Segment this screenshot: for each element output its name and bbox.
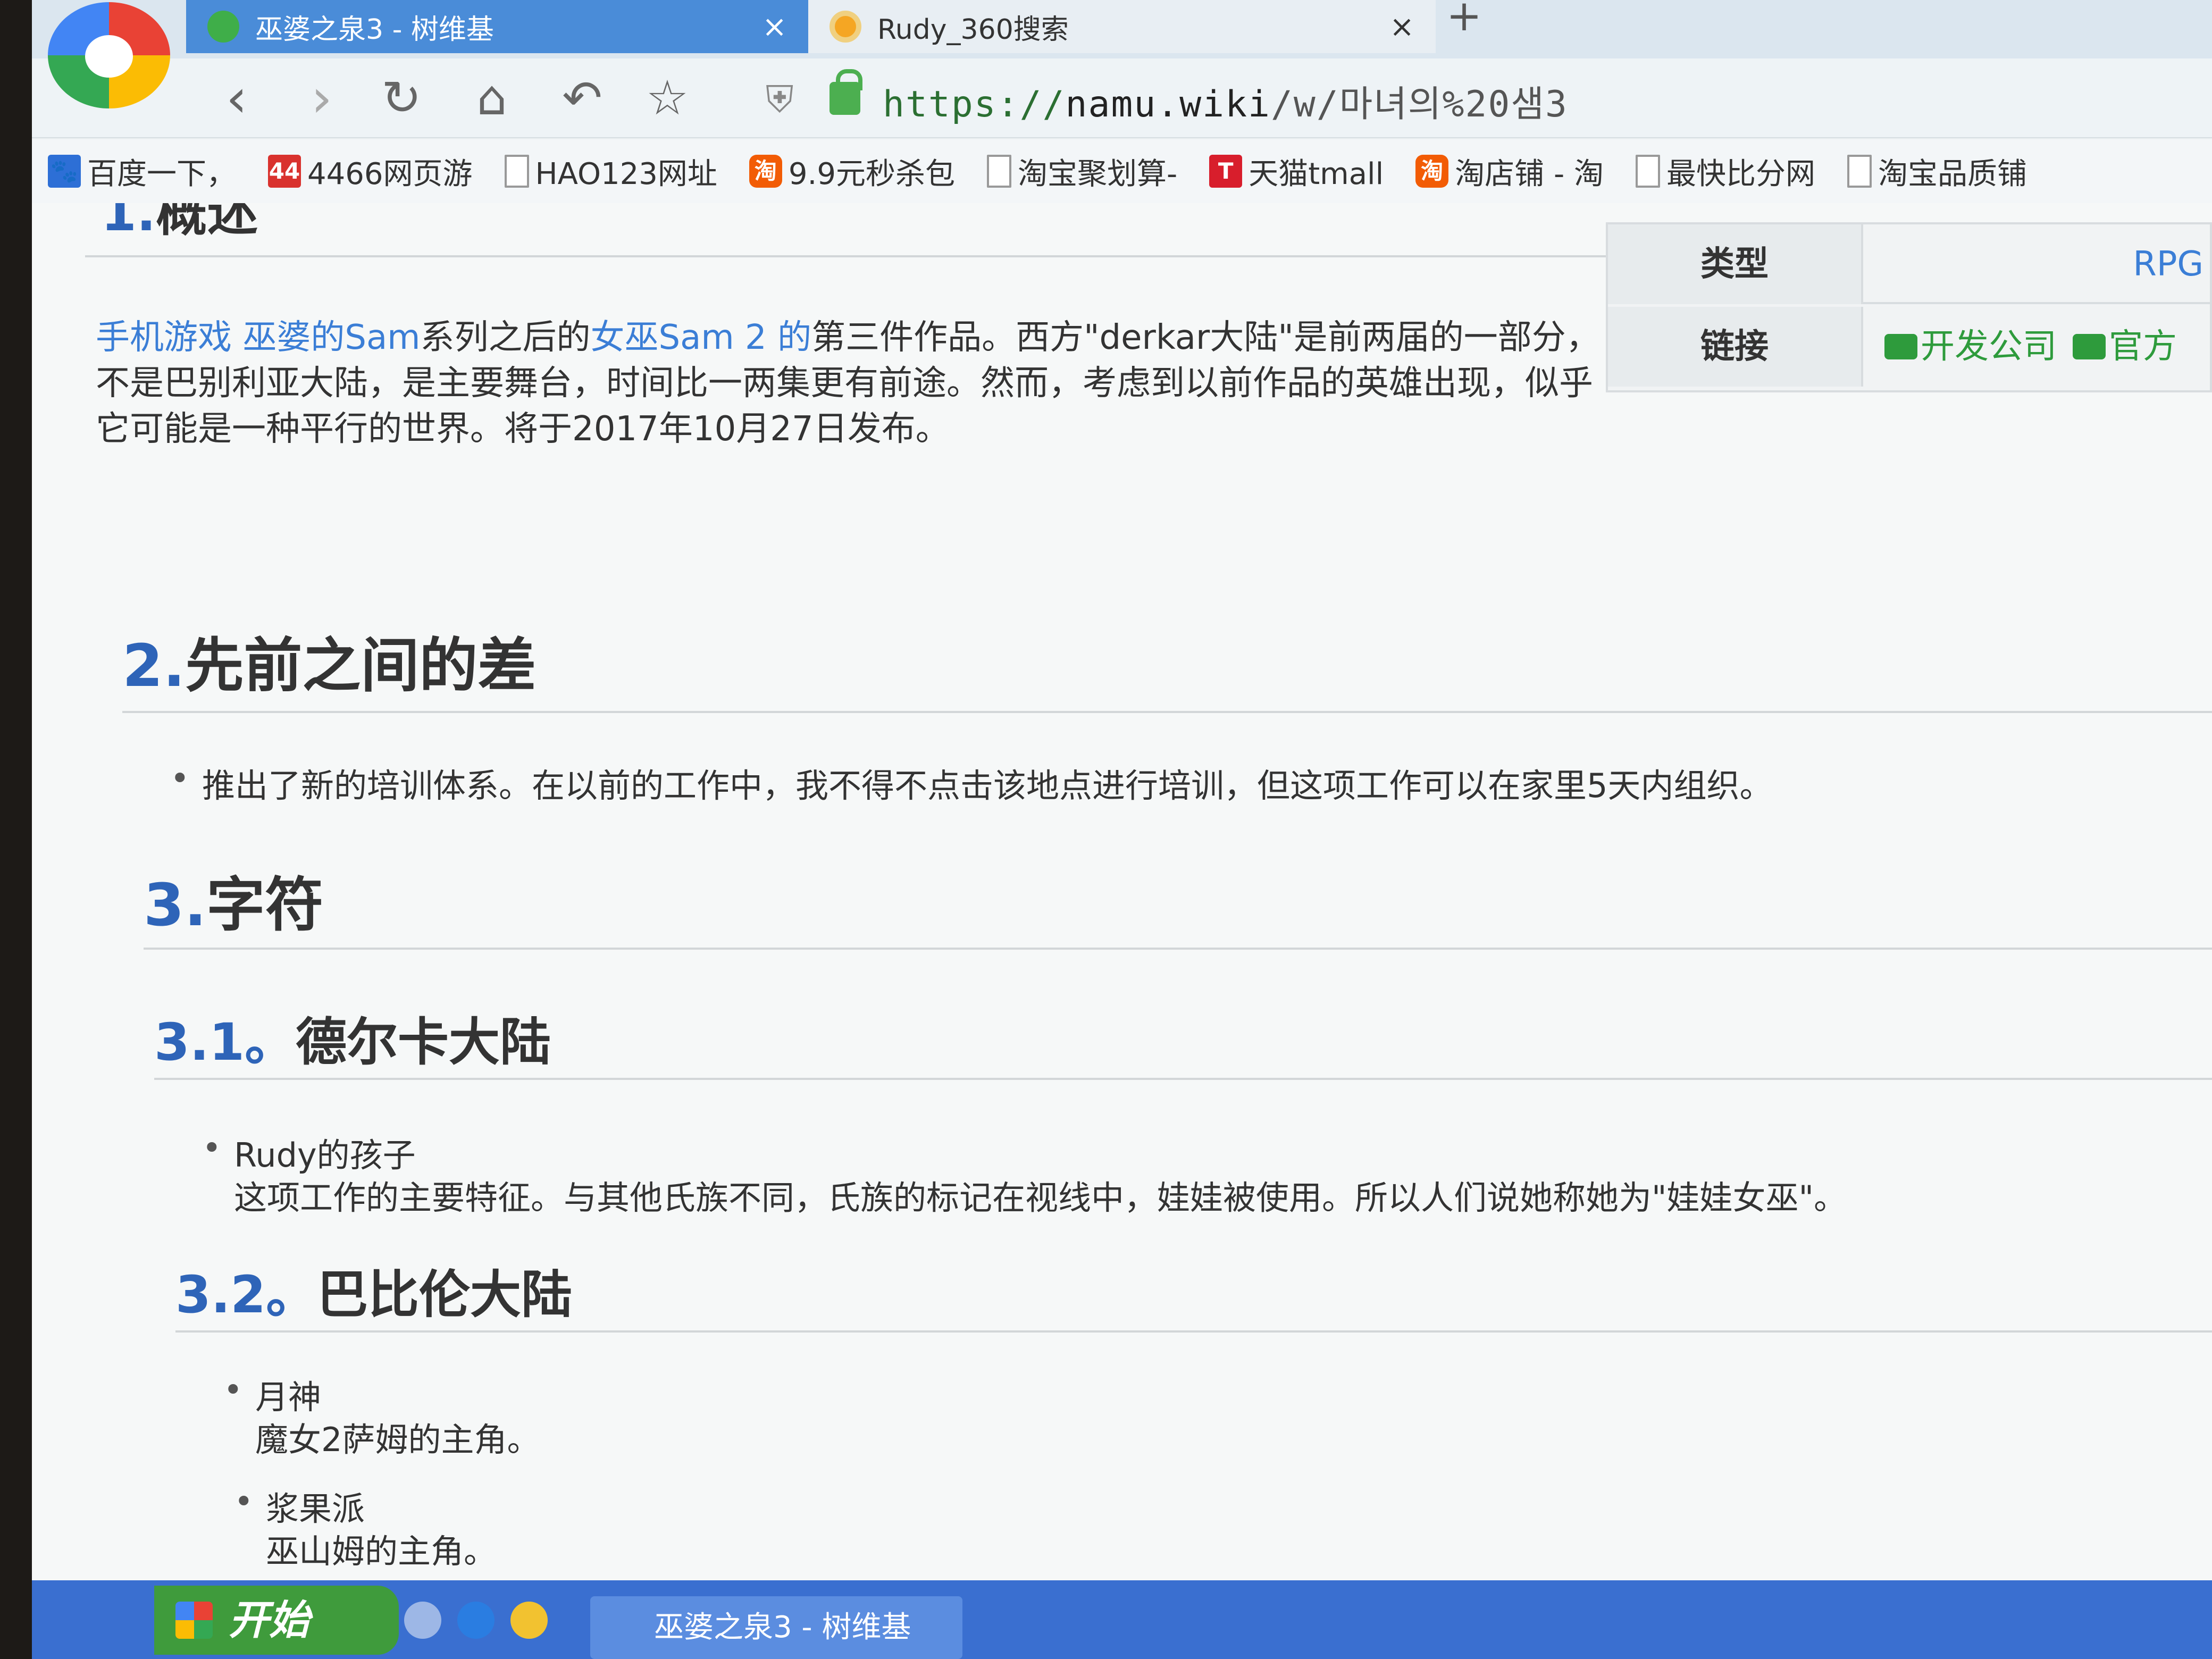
page-icon: [1847, 155, 1872, 188]
bookmark-item[interactable]: T 天猫tmall: [1209, 150, 1384, 193]
game-link[interactable]: 女巫Sam 2 的: [591, 318, 812, 357]
taskbar: 开始 巫婆之泉3 - 树维基: [32, 1580, 2212, 1659]
baidu-paw-icon: 🐾: [48, 155, 81, 188]
developer-link[interactable]: 开发公司: [1884, 307, 2057, 387]
article-content: 1.概述 类型 RPG 链接 开发公司 官方 手机游戏 巫婆的Sam系列之后的女巫…: [32, 203, 2212, 1580]
tab-wiki[interactable]: 巫婆之泉3 - 树维基 ×: [186, 0, 808, 53]
section-heading-differences[interactable]: 2.先前之间的差: [122, 618, 536, 703]
tab-title: Rudy_360搜索: [877, 13, 1069, 46]
back-icon[interactable]: ‹: [207, 69, 266, 128]
taskbar-window-item[interactable]: 巫婆之泉3 - 树维基: [590, 1596, 962, 1659]
quicklaunch-app-icon[interactable]: [510, 1602, 548, 1639]
section-heading-characters[interactable]: 3.字符: [144, 857, 323, 942]
section-divider: [122, 711, 2212, 713]
section-divider: [144, 948, 2212, 950]
character-description: 魔女2萨姆的主角。: [255, 1420, 540, 1459]
favorite-star-icon[interactable]: ☆: [638, 69, 697, 128]
bookmarks-bar: 🐾 百度一下， 44 4466网页游 HAO123网址 淘 9.9元秒杀包 淘宝聚划算…: [32, 139, 2212, 203]
infobox-row-links: 链接 开发公司 官方: [1608, 307, 2212, 387]
official-site-link[interactable]: 官方: [2073, 307, 2177, 387]
quicklaunch-browser-icon[interactable]: [404, 1602, 441, 1639]
tab-close-icon[interactable]: ×: [762, 10, 787, 44]
navigation-toolbar: ‹ › ↻ ⌂ ↶ ☆ ⛨ https://namu.wiki/w/마녀의%20…: [32, 58, 2212, 138]
page-icon: [986, 155, 1011, 188]
new-tab-button[interactable]: +: [1446, 0, 1482, 43]
windows-logo-icon: [175, 1602, 213, 1639]
section-heading-overview[interactable]: 1.概述: [101, 203, 258, 245]
infobox: 类型 RPG 链接 开发公司 官方: [1606, 222, 2212, 392]
lock-icon: [830, 69, 862, 115]
section-divider: [154, 1078, 2212, 1080]
bookmark-item[interactable]: 淘宝聚划算-: [986, 150, 1177, 193]
search-favicon-icon: [830, 11, 861, 43]
internet-explorer-icon[interactable]: [457, 1602, 495, 1639]
shield-icon[interactable]: ⛨: [766, 76, 808, 123]
page-icon: [1635, 155, 1660, 188]
bookmark-item[interactable]: 淘 9.9元秒杀包: [749, 150, 955, 193]
infobox-row-type: 类型 RPG: [1608, 224, 2212, 304]
start-button[interactable]: 开始: [154, 1586, 399, 1655]
section-divider: [175, 1330, 2212, 1333]
tab-close-icon[interactable]: ×: [1389, 10, 1414, 44]
home-icon[interactable]: ⌂: [463, 69, 521, 128]
section-divider: [85, 255, 1638, 257]
character-description: 这项工作的主要特征。与其他氏族不同，氏族的标记在视线中，娃娃被使用。所以人们说她…: [234, 1178, 1847, 1217]
character-description: 巫山姆的主角。: [266, 1532, 497, 1571]
infobox-key: 链接: [1608, 307, 1863, 387]
intro-paragraph: 手机游戏 巫婆的Sam系列之后的女巫Sam 2 的第三件作品。西方"derkar…: [96, 318, 1600, 449]
address-bar[interactable]: ⛨ https://namu.wiki/w/마녀의%20샘3: [766, 69, 2201, 128]
game-link[interactable]: 手机游戏 巫婆的Sam: [96, 318, 421, 357]
bookmark-item[interactable]: 44 4466网页游: [268, 150, 473, 193]
grid-icon: 44: [268, 155, 301, 188]
bookmark-item[interactable]: 🐾 百度一下，: [48, 150, 236, 193]
list-item: 月神: [223, 1370, 321, 1418]
section-heading-babylon[interactable]: 3.2。巴比伦大陆: [175, 1253, 572, 1327]
list-item: Rudy的孩子: [202, 1128, 416, 1176]
infobox-links: 开发公司 官方: [1884, 307, 2193, 387]
bookmark-item[interactable]: HAO123网址: [504, 150, 717, 193]
browser-logo-icon[interactable]: [48, 2, 170, 108]
monitor-bezel: [0, 0, 32, 1659]
forward-icon[interactable]: ›: [292, 69, 351, 128]
tab-search[interactable]: Rudy_360搜索 ×: [808, 0, 1436, 53]
reload-icon[interactable]: ↻: [372, 69, 431, 128]
tab-title: 巫婆之泉3 - 树维基: [255, 13, 494, 46]
section-heading-derkar[interactable]: 3.1。德尔卡大陆: [154, 1001, 551, 1075]
list-item: 浆果派: [234, 1482, 365, 1530]
page-icon: [504, 155, 529, 188]
tmall-icon: T: [1209, 155, 1243, 188]
browser-window: 巫婆之泉3 - 树维基 × Rudy_360搜索 × + ‹ › ↻ ⌂ ↶ ☆…: [32, 0, 2212, 1659]
undo-close-icon[interactable]: ↶: [553, 69, 611, 128]
taobao-icon: 淘: [1415, 155, 1449, 188]
external-link-icon: [1884, 334, 1917, 359]
tab-strip: 巫婆之泉3 - 树维基 × Rudy_360搜索 × +: [32, 0, 2212, 108]
url-text[interactable]: https://namu.wiki/w/마녀의%20샘3: [883, 74, 1568, 127]
list-item: 推出了新的培训体系。在以前的工作中，我不得不点击该地点进行培训，但这项工作可以在…: [170, 759, 1772, 807]
bookmark-item[interactable]: 淘淘店铺 - 淘: [1415, 150, 1604, 193]
genre-link[interactable]: RPG: [2133, 224, 2203, 304]
taobao-icon: 淘: [749, 155, 782, 188]
external-link-icon: [2073, 334, 2106, 359]
site-favicon-icon: [207, 11, 239, 43]
infobox-key: 类型: [1608, 224, 1863, 304]
bookmark-item[interactable]: 最快比分网: [1635, 150, 1815, 193]
bookmark-item[interactable]: 淘宝品质铺: [1847, 150, 2027, 193]
